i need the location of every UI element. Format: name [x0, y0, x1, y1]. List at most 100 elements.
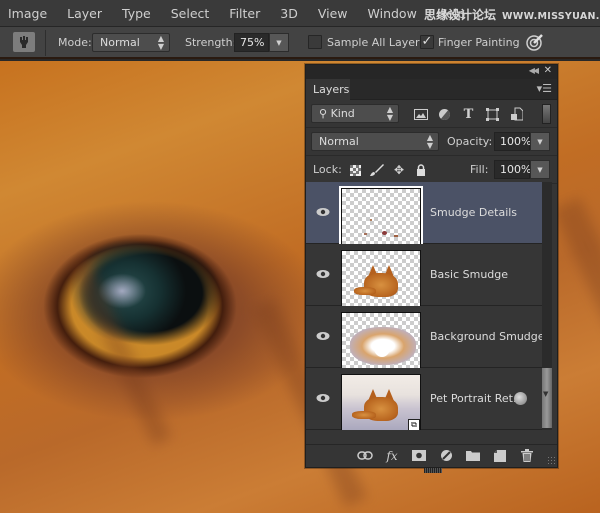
close-icon[interactable]: ✕: [544, 65, 552, 76]
fill-label: Fill:: [470, 163, 489, 176]
opacity-dropdown-button[interactable]: ▼: [530, 132, 550, 151]
smart-object-badge-icon: ⧉: [408, 419, 420, 430]
lock-row: Lock: ✥ Fill: 100% ▼: [306, 156, 557, 184]
layer-row-smudge-details[interactable]: Smudge Details: [306, 182, 542, 248]
sample-all-layers-label: Sample All Layers: [327, 36, 426, 49]
lock-pixels-brush-icon[interactable]: [366, 162, 388, 178]
lock-icons: ✥: [344, 162, 432, 178]
panel-footer: fx: [306, 444, 557, 473]
layer-thumbnail: [341, 250, 421, 308]
finger-painting-checkbox[interactable]: ✓: [420, 35, 434, 49]
watermark: 思缘设计论坛 WWW.MISSYUAN.COM: [424, 6, 600, 23]
menu-bar: Image Layer Type Select Filter 3D View W…: [0, 0, 600, 27]
scrollbar-thumb[interactable]: [542, 368, 552, 428]
search-icon: ⚲: [319, 107, 331, 120]
strength-dropdown-button[interactable]: ▼: [269, 33, 289, 52]
layer-thumbnail: ⧉: [341, 374, 421, 430]
chevron-down-icon: ▼: [537, 165, 543, 174]
menu-window[interactable]: Window: [368, 6, 417, 21]
resize-grip[interactable]: [547, 456, 555, 464]
layer-name: Basic Smudge: [430, 268, 509, 281]
blend-mode-value: Normal: [319, 135, 359, 148]
layers-scrollbar[interactable]: ▼: [542, 182, 552, 430]
adjustment-layer-icon[interactable]: [433, 447, 459, 465]
chevron-down-icon: ▼: [276, 38, 282, 47]
sample-all-layers-checkbox[interactable]: [308, 35, 322, 49]
adjustment-layer-filter-icon[interactable]: [433, 105, 456, 123]
layers-list: Smudge Details Basic Smudge Background S…: [306, 182, 542, 430]
watermark-text: 思缘设计论坛: [424, 8, 497, 22]
layer-thumbnail: [341, 312, 421, 370]
eye-visibility-icon[interactable]: [316, 393, 330, 403]
blend-row: Normal ▲ ▼ Opacity: 100% ▼: [306, 128, 557, 156]
updown-arrows-icon: ▲ ▼: [426, 132, 433, 150]
link-layers-icon[interactable]: [352, 447, 378, 465]
mode-select[interactable]: Normal ▲ ▼: [92, 33, 170, 52]
strength-label: Strength:: [185, 36, 237, 49]
fur-streak: [552, 197, 600, 355]
shape-layer-filter-icon[interactable]: [481, 105, 504, 123]
new-layer-icon[interactable]: [487, 447, 513, 465]
filter-kind-value: Kind: [330, 107, 355, 120]
menu-image[interactable]: Image: [8, 6, 47, 21]
menu-type[interactable]: Type: [122, 6, 151, 21]
fill-dropdown-button[interactable]: ▼: [530, 160, 550, 179]
filter-toggle-switch[interactable]: [542, 104, 551, 124]
panel-menu-icon[interactable]: ▾☰: [537, 82, 552, 95]
layer-row-basic-smudge[interactable]: Basic Smudge: [306, 244, 542, 308]
layer-name: Pet Portrait Ret...: [430, 392, 524, 405]
finger-painting-label: Finger Painting: [438, 36, 520, 49]
blend-mode-select[interactable]: Normal ▲ ▼: [311, 132, 439, 151]
options-bar: Mode: Normal ▲ ▼ Strength: 75% ▼ Sample A…: [0, 27, 600, 59]
layer-effects-badge-icon[interactable]: [514, 392, 527, 405]
mode-label: Mode:: [58, 36, 92, 49]
fx-icon[interactable]: fx: [379, 447, 405, 465]
checkmark-icon: ✓: [421, 34, 433, 49]
updown-arrows-icon: ▲ ▼: [386, 104, 393, 122]
eye-visibility-icon[interactable]: [316, 207, 330, 217]
filter-icons: T: [409, 105, 529, 123]
panel-drag-handle[interactable]: [424, 468, 442, 473]
menu-view[interactable]: View: [318, 6, 348, 21]
type-layer-filter-icon[interactable]: T: [457, 105, 480, 123]
menu-filter[interactable]: Filter: [229, 6, 260, 21]
eye-visibility-icon[interactable]: [316, 331, 330, 341]
strength-input[interactable]: 75%: [234, 33, 269, 52]
layer-thumbnail: [339, 186, 423, 248]
tab-layers[interactable]: Layers: [306, 79, 350, 100]
mode-value: Normal: [100, 36, 140, 49]
pixel-layer-filter-icon[interactable]: [409, 105, 432, 123]
lock-transparency-icon[interactable]: [344, 162, 366, 178]
layer-name: Background Smudge: [430, 330, 542, 343]
lock-label: Lock:: [313, 163, 342, 176]
menu-3d[interactable]: 3D: [280, 6, 298, 21]
lock-all-padlock-icon[interactable]: [410, 162, 432, 178]
smart-object-filter-icon[interactable]: [505, 105, 528, 123]
filter-row: ⚲ Kind ▲ ▼ T: [306, 100, 557, 128]
menu-layer[interactable]: Layer: [67, 6, 102, 21]
layer-row-background-smudge[interactable]: Background Smudge: [306, 306, 542, 370]
panel-title-bar[interactable]: ◀◀ ✕: [306, 65, 557, 79]
watermark-url: WWW.MISSYUAN.COM: [502, 11, 600, 22]
layer-row-pet-portrait[interactable]: ⧉ Pet Portrait Ret...: [306, 368, 542, 430]
fill-input[interactable]: 100%: [494, 160, 531, 179]
smudge-tool-preset-icon[interactable]: [13, 32, 35, 52]
chevron-down-icon: ▼: [537, 137, 543, 146]
opacity-label: Opacity:: [447, 135, 493, 148]
updown-arrows-icon: ▲ ▼: [157, 33, 164, 51]
lock-position-move-icon[interactable]: ✥: [388, 162, 410, 178]
eye-visibility-icon[interactable]: [316, 269, 330, 279]
trash-icon[interactable]: [514, 447, 540, 465]
layer-mask-icon[interactable]: [406, 447, 432, 465]
scroll-down-arrow-icon[interactable]: ▼: [543, 390, 548, 398]
menu-select[interactable]: Select: [171, 6, 210, 21]
opacity-input[interactable]: 100%: [494, 132, 531, 151]
collapse-icon[interactable]: ◀◀: [529, 66, 539, 75]
tablet-pressure-icon[interactable]: [525, 32, 545, 52]
filter-kind-select[interactable]: ⚲ Kind ▲ ▼: [311, 104, 399, 123]
fur-streak: [68, 256, 172, 446]
divider: [45, 30, 46, 56]
layer-name: Smudge Details: [430, 206, 518, 219]
panel-tab-row: Layers ▾☰: [306, 79, 557, 100]
group-folder-icon[interactable]: [460, 447, 486, 465]
